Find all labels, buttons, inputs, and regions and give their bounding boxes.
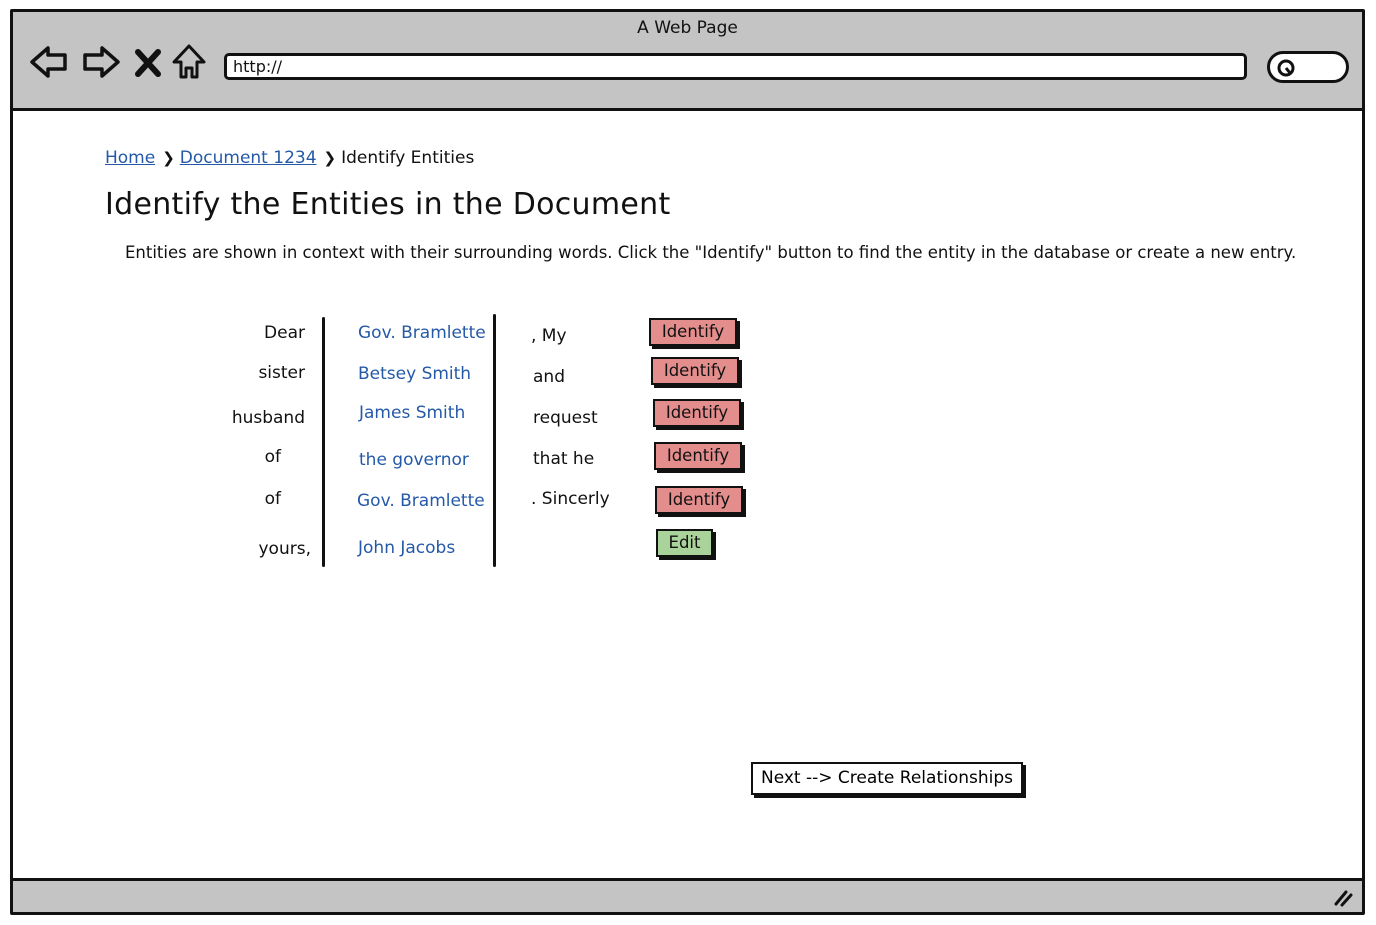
- identify-button[interactable]: Identify: [655, 486, 743, 514]
- context-before: husband: [231, 408, 305, 428]
- context-before: Dear: [264, 323, 305, 343]
- identify-button[interactable]: Identify: [651, 357, 739, 385]
- browser-toolbar: A Web Page http://: [13, 12, 1362, 111]
- status-bar: [13, 878, 1362, 912]
- entity-name: John Jacobs: [358, 538, 456, 558]
- next-create-relationships-button[interactable]: Next --> Create Relationships: [751, 762, 1023, 795]
- chevron-right-icon: ❯: [162, 149, 175, 167]
- context-before: of: [264, 447, 281, 467]
- stop-x-icon[interactable]: [133, 42, 163, 82]
- context-before: of: [264, 489, 281, 509]
- breadcrumb-link-home[interactable]: Home: [105, 148, 155, 168]
- column-divider: [493, 314, 496, 567]
- identify-button[interactable]: Identify: [654, 442, 742, 470]
- context-after: , My: [531, 326, 567, 346]
- search-icon: [1277, 59, 1295, 77]
- entity-name: James Smith: [359, 403, 466, 423]
- window-title: A Web Page: [637, 18, 738, 38]
- url-input[interactable]: http://: [224, 53, 1247, 80]
- chevron-right-icon: ❯: [323, 149, 337, 167]
- breadcrumb-current: Identify Entities: [341, 148, 475, 168]
- breadcrumb-link-document[interactable]: Document 1234: [180, 148, 317, 168]
- page-title: Identify the Entities in the Document: [105, 187, 671, 222]
- entity-name: Gov. Bramlette: [357, 491, 485, 511]
- forward-arrow-icon[interactable]: [81, 42, 121, 82]
- context-after: request: [533, 408, 598, 428]
- column-divider: [322, 317, 325, 567]
- browser-window: A Web Page http:// Home ❯ Document 1234 ❯ Id…: [10, 9, 1365, 915]
- context-before: yours,: [258, 539, 312, 559]
- page-content: Home ❯ Document 1234 ❯ Identify Entities Ide…: [13, 111, 1362, 878]
- page-description: Entities are shown in context with their…: [125, 243, 1297, 262]
- context-after: . Sincerly: [531, 489, 610, 509]
- search-input[interactable]: [1267, 51, 1349, 83]
- entity-name: the governor: [359, 450, 469, 470]
- breadcrumb: Home ❯ Document 1234 ❯ Identify Entities: [105, 148, 474, 168]
- context-after: that he: [533, 449, 595, 469]
- back-arrow-icon[interactable]: [29, 42, 69, 82]
- context-before: sister: [258, 363, 305, 383]
- context-after: and: [533, 367, 565, 387]
- entity-name: Gov. Bramlette: [358, 323, 486, 343]
- identify-button[interactable]: Identify: [649, 318, 737, 346]
- entity-name: Betsey Smith: [358, 364, 472, 384]
- resize-grip-icon[interactable]: [1332, 886, 1354, 908]
- home-icon[interactable]: [171, 42, 207, 82]
- identify-button[interactable]: Identify: [653, 399, 741, 427]
- edit-button[interactable]: Edit: [656, 529, 713, 557]
